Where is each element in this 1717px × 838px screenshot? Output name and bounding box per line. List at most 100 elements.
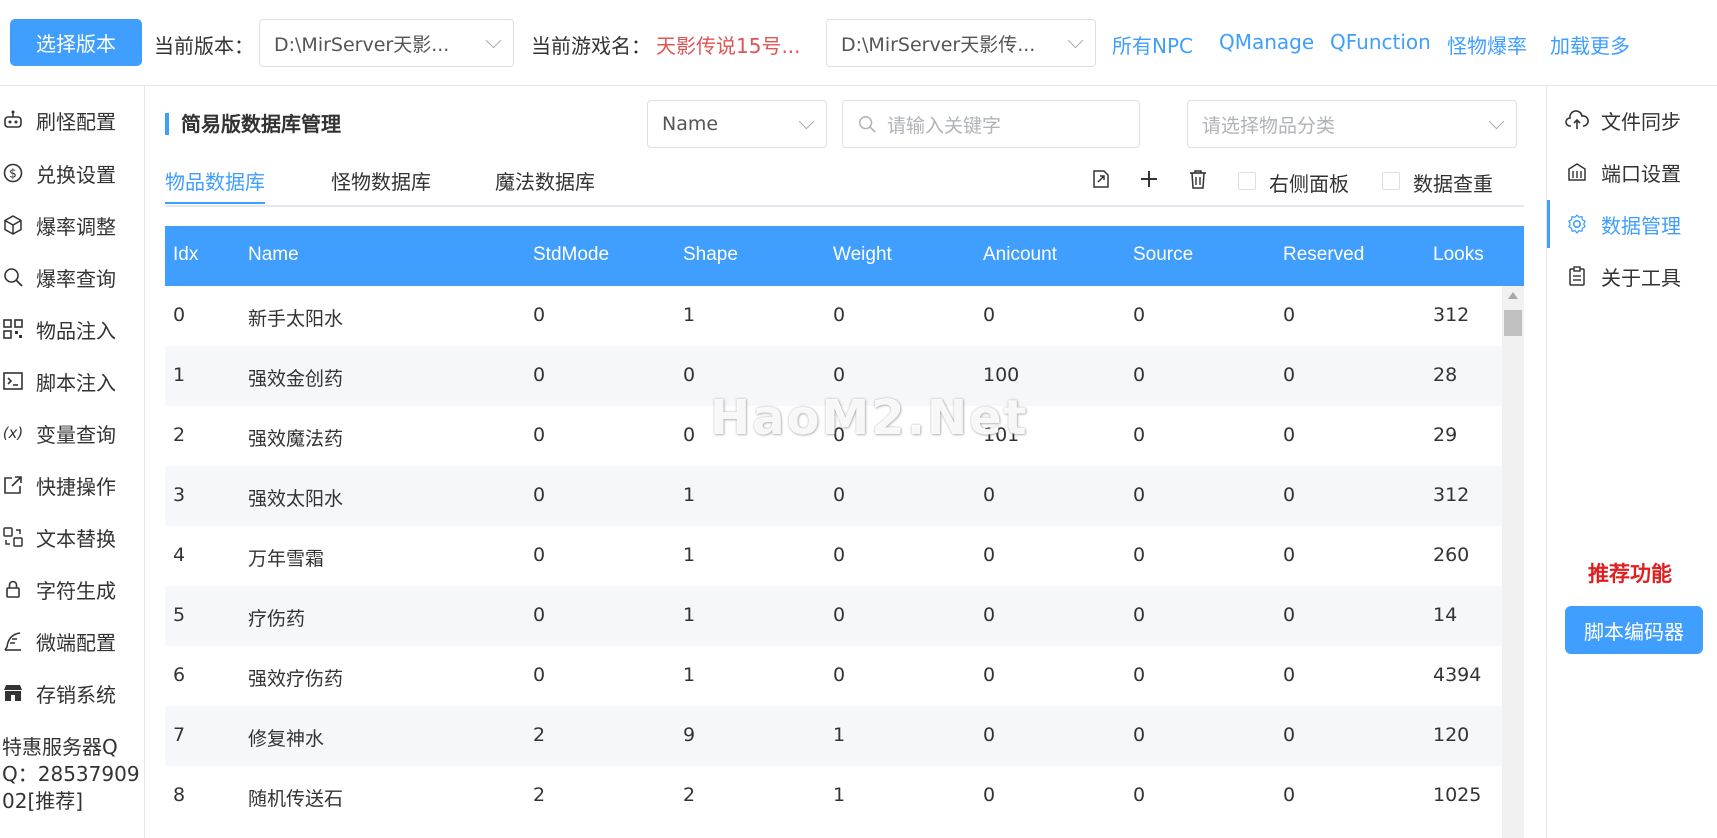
cloud-upload-icon — [1565, 108, 1589, 132]
page-title: 简易版数据库管理 — [165, 113, 341, 135]
cell-idx: 0 — [173, 304, 186, 326]
cell-anicount: 0 — [983, 544, 996, 566]
cell-name: 强效金创药 — [248, 368, 344, 390]
cell-shape: 1 — [683, 604, 696, 626]
sidebar-item-quick-actions[interactable]: 快捷操作 — [0, 465, 145, 505]
terminal-icon — [0, 369, 26, 393]
cell-stdmode: 2 — [533, 724, 546, 746]
chevron-down-icon — [1488, 113, 1505, 129]
scroll-up-arrow-icon[interactable] — [1508, 292, 1518, 299]
cell-source: 0 — [1133, 364, 1146, 386]
scrollbar-thumb[interactable] — [1504, 310, 1522, 336]
cell-weight: 0 — [833, 544, 846, 566]
link-qfunction[interactable]: QFunction — [1330, 30, 1431, 54]
column-header[interactable]: Anicount — [983, 244, 1057, 266]
chevron-down-icon — [1067, 32, 1084, 48]
cell-source: 0 — [1133, 724, 1146, 746]
script-encoder-button[interactable]: 脚本编码器 — [1565, 606, 1703, 654]
cell-reserved: 0 — [1283, 724, 1296, 746]
cell-shape: 9 — [683, 724, 696, 746]
column-header[interactable]: Weight — [833, 244, 892, 266]
sidebar-item-label: 文本替换 — [36, 526, 116, 551]
plus-icon[interactable] — [1136, 166, 1162, 192]
link-all-npc[interactable]: 所有NPC — [1112, 30, 1193, 59]
cell-shape: 1 — [683, 544, 696, 566]
cell-reserved: 0 — [1283, 364, 1296, 386]
sidebar-item-drop-rate-query[interactable]: 爆率查询 — [0, 257, 145, 297]
sidebar-item-char-generate[interactable]: 字符生成 — [0, 569, 145, 609]
sidebar-item-spawn-config[interactable]: 刷怪配置 — [0, 100, 145, 140]
column-header[interactable]: StdMode — [533, 244, 609, 266]
sidebar-item-script-inject[interactable]: 脚本注入 — [0, 361, 145, 401]
select-version-button[interactable]: 选择版本 — [10, 19, 142, 66]
table-scrollbar[interactable] — [1502, 286, 1524, 838]
version-select-value: D:\MirServer天影... — [274, 33, 450, 56]
version-select[interactable]: D:\MirServer天影... — [259, 19, 514, 67]
column-header[interactable]: Looks — [1433, 244, 1484, 266]
dedupe-label: 数据查重 — [1413, 172, 1493, 196]
table-row[interactable]: 8 随机传送石 2 2 1 0 0 0 1025 — [165, 766, 1502, 826]
table-row[interactable]: 3 强效太阳水 0 1 0 0 0 0 312 — [165, 466, 1502, 526]
sidebar-item-micro-client-config[interactable]: 微端配置 — [0, 621, 145, 661]
table-row[interactable]: 4 万年雪霜 0 1 0 0 0 0 260 — [165, 526, 1502, 586]
game-path-select[interactable]: D:\MirServer天影传... — [826, 19, 1096, 67]
right-item-label: 数据管理 — [1601, 213, 1681, 238]
right-item-label: 文件同步 — [1601, 109, 1681, 134]
cell-weight: 0 — [833, 484, 846, 506]
cell-anicount: 0 — [983, 724, 996, 746]
sidebar-item-inventory-system[interactable]: 存销系统 — [0, 673, 145, 713]
column-header[interactable]: Reserved — [1283, 244, 1364, 266]
field-select[interactable]: Name — [647, 100, 827, 148]
cell-idx: 5 — [173, 604, 186, 626]
cell-reserved: 0 — [1283, 484, 1296, 506]
right-item-port-settings[interactable]: 端口设置 — [1547, 152, 1717, 192]
link-qmanage[interactable]: QManage — [1219, 30, 1314, 54]
search-input[interactable]: 请输入关键字 — [842, 100, 1140, 148]
cell-shape: 1 — [683, 484, 696, 506]
right-panel-checkbox[interactable] — [1238, 172, 1256, 190]
sidebar-item-item-inject[interactable]: 物品注入 — [0, 309, 145, 349]
cell-idx: 8 — [173, 784, 186, 806]
right-item-about-tool[interactable]: 关于工具 — [1547, 256, 1717, 296]
cell-reserved: 0 — [1283, 304, 1296, 326]
right-item-file-sync[interactable]: 文件同步 — [1547, 100, 1717, 140]
right-item-label: 关于工具 — [1601, 265, 1681, 290]
cell-shape: 0 — [683, 424, 696, 446]
table-row[interactable]: 5 疗伤药 0 1 0 0 0 0 14 — [165, 586, 1502, 646]
sidebar-item-variable-query[interactable]: (x) 变量查询 — [0, 413, 145, 453]
tab-items-db[interactable]: 物品数据库 — [165, 166, 265, 204]
cell-looks: 260 — [1433, 544, 1470, 566]
link-load-more[interactable]: 加载更多 — [1550, 30, 1630, 59]
column-header[interactable]: Idx — [173, 244, 198, 266]
current-game-name: 天影传说15号... — [656, 34, 801, 58]
link-monster-drop[interactable]: 怪物爆率 — [1447, 30, 1527, 59]
cell-looks: 4394 — [1433, 664, 1482, 686]
sidebar-item-exchange-settings[interactable]: $ 兑换设置 — [0, 153, 145, 193]
tab-magic-db[interactable]: 魔法数据库 — [495, 166, 595, 204]
sidebar-item-text-replace[interactable]: 文本替换 — [0, 517, 145, 557]
column-header[interactable]: Shape — [683, 244, 738, 266]
cell-shape: 2 — [683, 784, 696, 806]
cell-reserved: 0 — [1283, 544, 1296, 566]
sidebar-item-drop-rate-adjust[interactable]: 爆率调整 — [0, 205, 145, 245]
tab-monsters-db[interactable]: 怪物数据库 — [331, 166, 431, 204]
cell-weight: 0 — [833, 664, 846, 686]
table-row[interactable]: 0 新手太阳水 0 1 0 0 0 0 312 — [165, 286, 1502, 346]
sidebar-item-label: 物品注入 — [36, 318, 116, 343]
cell-anicount: 0 — [983, 484, 996, 506]
column-header[interactable]: Name — [248, 244, 299, 266]
export-icon[interactable] — [1088, 166, 1114, 192]
recommend-title: 推荐功能 — [1588, 562, 1672, 586]
category-select[interactable]: 请选择物品分类 — [1187, 100, 1517, 148]
dedupe-checkbox[interactable] — [1382, 172, 1400, 190]
items-table: Idx Name StdMode Shape Weight Anicount S… — [165, 226, 1524, 838]
dollar-circle-icon: $ — [0, 161, 26, 185]
column-header[interactable]: Source — [1133, 244, 1193, 266]
search-placeholder: 请输入关键字 — [887, 114, 1002, 137]
trash-icon[interactable] — [1185, 166, 1211, 192]
right-item-data-management[interactable]: 数据管理 — [1547, 200, 1717, 248]
cell-stdmode: 0 — [533, 424, 546, 446]
table-row[interactable]: 7 修复神水 2 9 1 0 0 0 120 — [165, 706, 1502, 766]
table-row[interactable]: 6 强效疗伤药 0 1 0 0 0 0 4394 — [165, 646, 1502, 706]
table-body: 8 随机传送石 2 2 1 0 0 0 1025 7 修复神水 2 9 1 0 0 0 120 6 强效疗伤药 0 1 0 0… — [165, 286, 1524, 838]
